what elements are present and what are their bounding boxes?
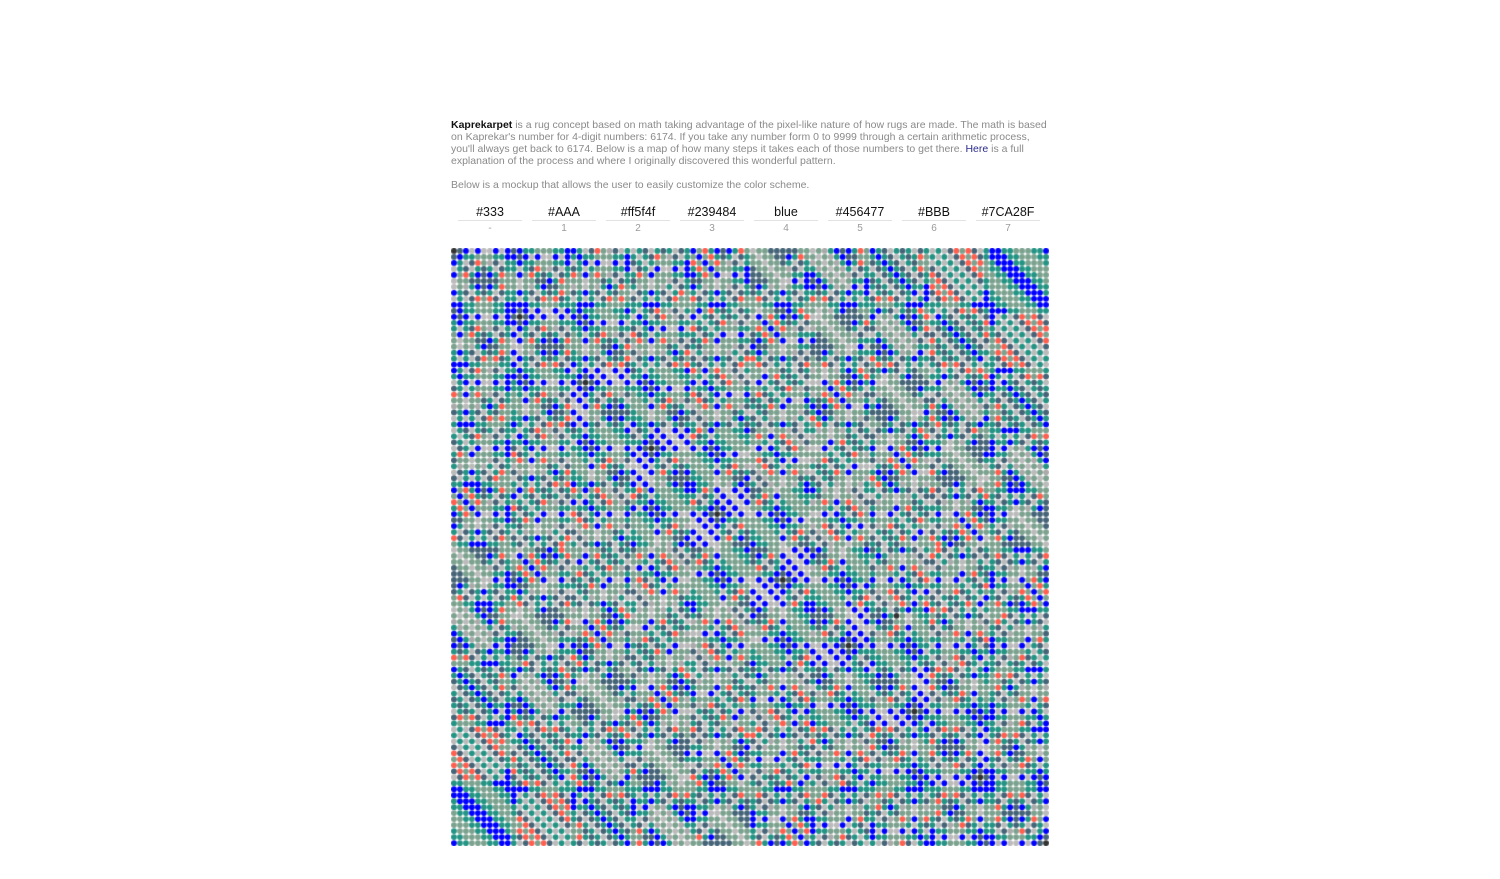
swatch-1: 1 [531, 203, 597, 234]
kaprekar-rug-canvas [451, 248, 1049, 846]
swatch-6: 6 [901, 203, 967, 234]
content: Kaprekarpet is a rug concept based on ma… [451, 119, 1049, 846]
intro-text: is a rug concept based on math taking ad… [451, 119, 1047, 155]
swatch-index-1: 1 [561, 223, 567, 234]
swatch-index-0: - [488, 223, 492, 234]
color-input-4[interactable] [754, 205, 818, 221]
color-input-1[interactable] [532, 205, 596, 221]
swatch-index-3: 3 [709, 223, 715, 234]
color-input-6[interactable] [902, 205, 966, 221]
color-scheme-inputs: - 1 2 3 4 5 6 7 [451, 203, 1049, 237]
swatch-5: 5 [827, 203, 893, 234]
swatch-3: 3 [679, 203, 745, 234]
swatch-4: 4 [753, 203, 819, 234]
swatch-index-6: 6 [931, 223, 937, 234]
brand-name: Kaprekarpet [451, 119, 513, 131]
explanation-link[interactable]: Here [965, 143, 988, 155]
mockup-note: Below is a mockup that allows the user t… [451, 179, 810, 191]
color-input-2[interactable] [606, 205, 670, 221]
swatch-0: - [457, 203, 523, 234]
swatch-index-7: 7 [1005, 223, 1011, 234]
intro-paragraph: Kaprekarpet is a rug concept based on ma… [451, 119, 1049, 167]
swatch-index-2: 2 [635, 223, 641, 234]
swatch-index-5: 5 [857, 223, 863, 234]
swatch-index-4: 4 [783, 223, 789, 234]
color-input-7[interactable] [976, 205, 1040, 221]
color-input-3[interactable] [680, 205, 744, 221]
swatch-2: 2 [605, 203, 671, 234]
swatch-7: 7 [975, 203, 1041, 234]
color-input-5[interactable] [828, 205, 892, 221]
color-input-0[interactable] [458, 205, 522, 221]
